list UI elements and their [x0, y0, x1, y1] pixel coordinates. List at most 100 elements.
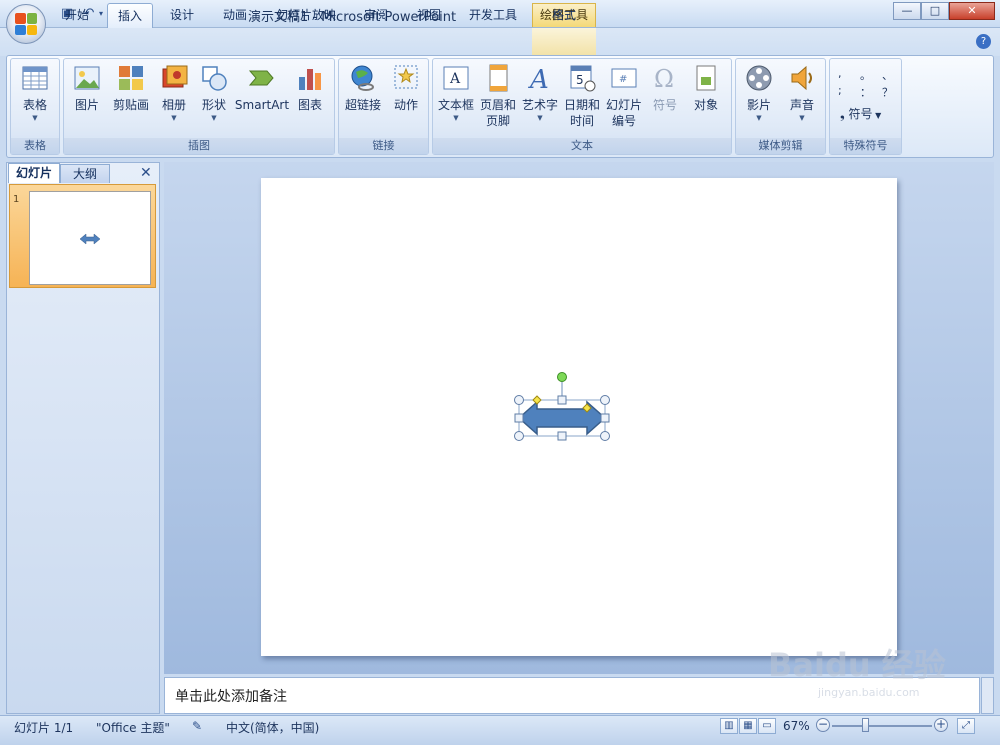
smartart-button[interactable]: SmartArt [234, 63, 290, 113]
special-symbol-period[interactable]: 。 [860, 67, 871, 83]
rotation-handle[interactable] [557, 372, 567, 382]
object-button[interactable]: 对象 [685, 63, 727, 113]
tab-animation[interactable]: 动画 [213, 3, 257, 28]
slide-thumbnail[interactable] [29, 191, 151, 285]
help-icon[interactable]: ? [976, 34, 991, 49]
special-symbol-label: 符号 [848, 107, 873, 121]
notes-placeholder[interactable]: 单击此处添加备注 [175, 686, 287, 706]
resize-handle[interactable] [514, 431, 524, 441]
tab-format[interactable]: 格式 [542, 3, 586, 28]
special-symbol-question[interactable]: ？ [882, 84, 893, 100]
shapes-icon [199, 63, 229, 93]
chart-button[interactable]: 图表 [292, 63, 328, 113]
dropdown-arrow-icon: ▼ [872, 111, 882, 120]
hyperlink-button[interactable]: 超链接 [341, 63, 385, 113]
zoom-level[interactable]: 67% [783, 719, 810, 733]
baidu-watermark: Baidu 经验 jingyan.baidu.com [768, 640, 948, 700]
resize-handle[interactable] [600, 431, 610, 441]
resize-handle[interactable] [600, 395, 610, 405]
special-symbol-enum-comma[interactable]: 、 [882, 67, 893, 83]
spellcheck-icon[interactable]: ✎ [192, 719, 202, 733]
textbox-button[interactable]: A 文本框 ▼ [435, 63, 477, 123]
table-button[interactable]: 表格 ▼ [13, 63, 57, 123]
album-button[interactable]: 相册 ▼ [154, 63, 194, 123]
tab-home[interactable]: 开始 [55, 3, 99, 28]
dropdown-arrow-icon: ▼ [32, 114, 38, 122]
status-language[interactable]: 中文(简体，中国) [226, 719, 319, 736]
normal-view-icon[interactable]: ▥ [720, 718, 738, 734]
action-button[interactable]: 动作 [387, 63, 425, 113]
smartart-icon [247, 63, 277, 93]
tab-slides[interactable]: 幻灯片 [8, 163, 60, 183]
sound-button[interactable]: 声音 ▼ [782, 63, 822, 123]
shapes-label: 形状 [201, 98, 226, 112]
group-label: 表格 [11, 138, 59, 154]
slide-number-button[interactable]: # 幻灯片 编号 [603, 63, 645, 129]
watermark-text: Baidu 经验 [768, 646, 946, 684]
tab-outline[interactable]: 大纲 [60, 164, 110, 183]
svg-text:5: 5 [576, 73, 584, 87]
shapes-button[interactable]: 形状 ▼ [194, 63, 234, 123]
zoom-out-icon[interactable]: − [816, 718, 830, 732]
header-footer-button[interactable]: 页眉和 页脚 [477, 63, 519, 129]
group-label: 文本 [433, 138, 731, 154]
symbol-button[interactable]: Ω 符号 [645, 63, 685, 113]
maximize-button[interactable]: □ [921, 2, 949, 20]
left-right-arrow-shape[interactable] [517, 400, 607, 436]
close-button[interactable]: ✕ [949, 2, 995, 20]
tab-developer[interactable]: 开发工具 [461, 3, 525, 28]
dropdown-arrow-icon: ▼ [799, 114, 805, 122]
tab-design[interactable]: 设计 [160, 3, 204, 28]
thumbnail-arrow-shape [79, 233, 101, 245]
header-footer-label-line1: 页眉和 [479, 98, 516, 112]
dropdown-arrow-icon: ▼ [453, 114, 459, 122]
tab-view[interactable]: 视图 [407, 3, 451, 28]
resize-handle[interactable] [514, 413, 524, 423]
close-panel-icon[interactable]: ✕ [140, 165, 152, 181]
zoom-in-icon[interactable]: + [934, 718, 948, 732]
resize-handle[interactable] [514, 395, 524, 405]
picture-button[interactable]: 图片 [68, 63, 106, 113]
picture-icon [72, 63, 102, 93]
slide-number-icon: # [609, 63, 639, 93]
tab-slideshow[interactable]: 幻灯片放映 [268, 3, 344, 28]
status-theme[interactable]: "Office 主题" [96, 719, 170, 736]
film-reel-icon [744, 63, 774, 93]
resize-handle[interactable] [600, 413, 610, 423]
datetime-label-line2: 时间 [569, 114, 594, 128]
contextual-tab-background [532, 28, 596, 56]
notes-scrollbar[interactable] [981, 677, 994, 714]
omega-icon: Ω [650, 63, 680, 93]
movie-button[interactable]: 影片 ▼ [738, 63, 780, 123]
slideshow-view-icon[interactable]: ▭ [758, 718, 776, 734]
special-symbol-colon[interactable]: ： [860, 84, 871, 100]
fit-to-window-icon[interactable]: ⤢ [957, 718, 975, 734]
tab-review[interactable]: 审阅 [354, 3, 398, 28]
zoom-slider-thumb[interactable] [862, 718, 869, 732]
resize-handle[interactable] [557, 395, 567, 405]
textbox-label: 文本框 [437, 98, 474, 112]
ribbon-tab-row [0, 28, 1000, 56]
zoom-slider-track[interactable] [832, 725, 932, 727]
resize-handle[interactable] [557, 431, 567, 441]
special-symbol-semicolon[interactable]: ; [838, 84, 842, 97]
datetime-button[interactable]: 5 日期和 时间 [561, 63, 603, 129]
minimize-button[interactable]: — [893, 2, 921, 20]
slide-number-label-line1: 幻灯片 [605, 98, 642, 112]
object-label: 对象 [693, 98, 718, 112]
slide-canvas[interactable] [261, 178, 897, 656]
svg-text:Ω: Ω [654, 65, 674, 93]
office-button[interactable] [6, 4, 46, 44]
wordart-button[interactable]: A 艺术字 ▼ [519, 63, 561, 123]
object-icon [691, 63, 721, 93]
special-symbol-button[interactable]: ❟ 符号 ▼ [840, 105, 881, 122]
group-label: 特殊符号 [830, 138, 901, 154]
tab-insert[interactable]: 插入 [107, 3, 153, 28]
group-table: 表格 ▼ 表格 [10, 58, 60, 155]
selected-shape-layer [514, 372, 610, 441]
slide-sorter-view-icon[interactable]: ▦ [739, 718, 757, 734]
adjust-handle[interactable] [532, 395, 542, 405]
picture-label: 图片 [74, 98, 99, 112]
clipart-button[interactable]: 剪贴画 [108, 63, 154, 113]
special-symbol-comma[interactable]: , [838, 67, 842, 80]
